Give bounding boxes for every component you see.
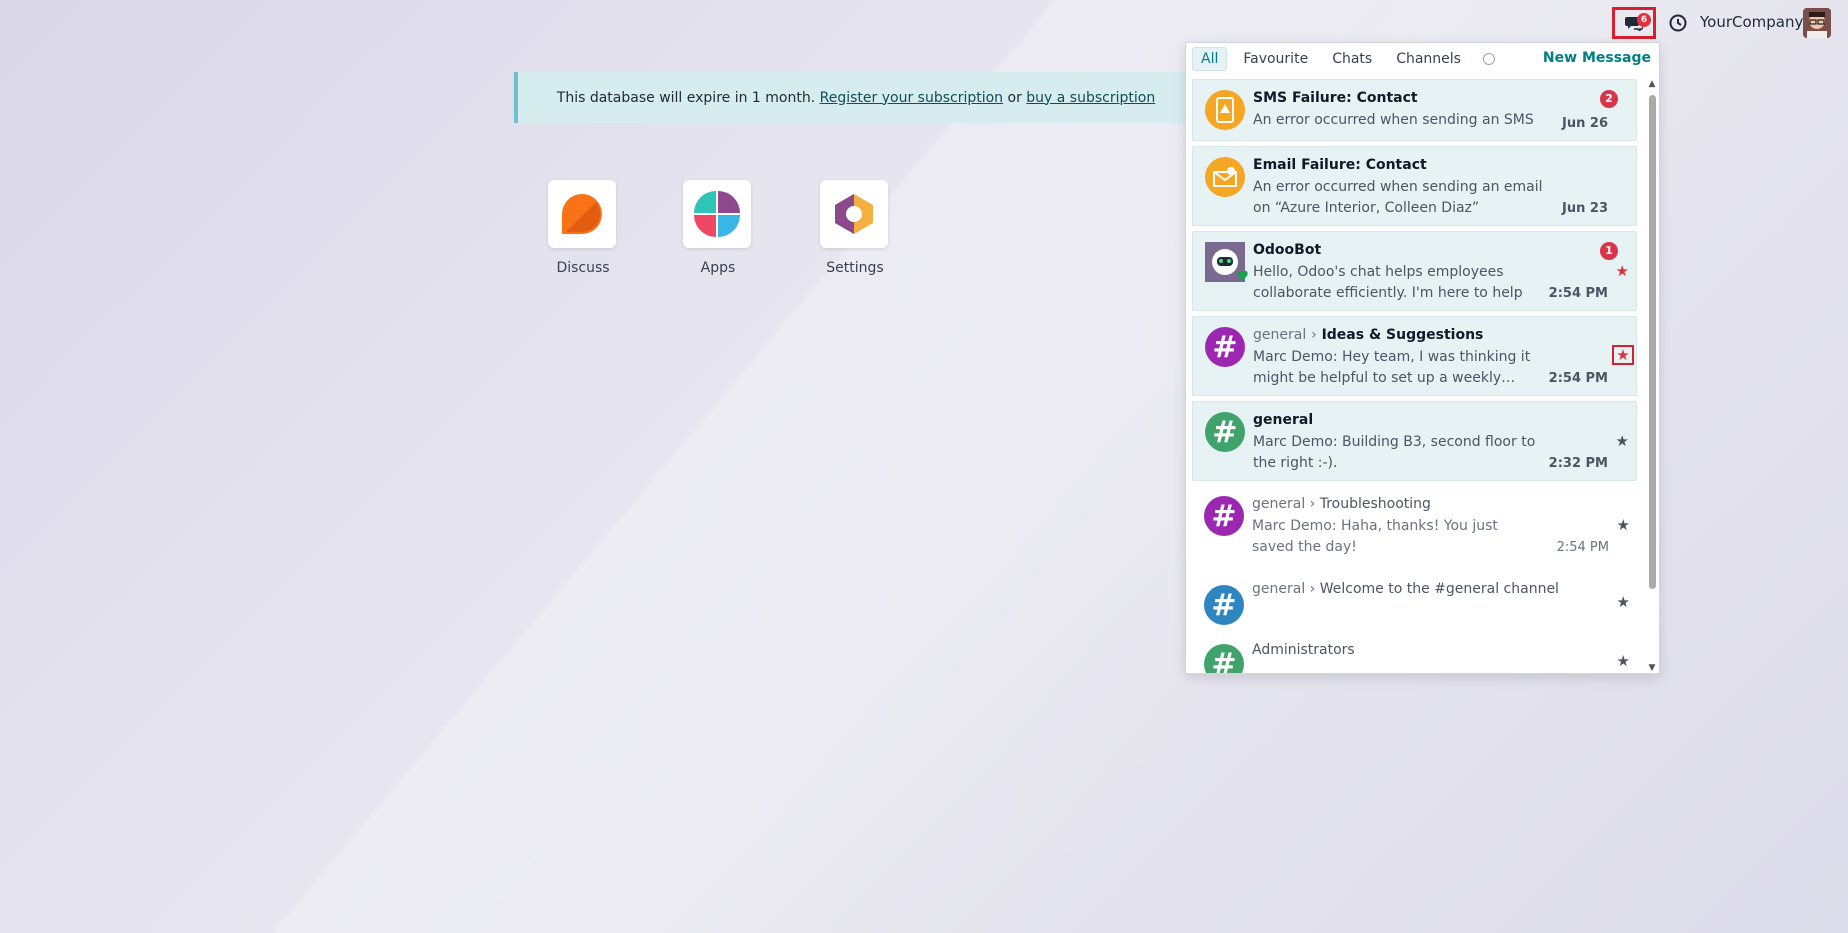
item-title: OdooBot — [1253, 242, 1322, 258]
scroll-down-icon[interactable]: ▼ — [1647, 663, 1657, 673]
app-settings[interactable]: Settings — [820, 180, 890, 276]
scroll-up-icon[interactable]: ▲ — [1647, 79, 1657, 89]
app-apps[interactable]: Apps — [683, 180, 753, 276]
favourite-star-icon[interactable]: ★ — [1616, 432, 1629, 450]
sms-failure-icon — [1205, 90, 1245, 130]
list-item[interactable]: # Administrators ★ — [1192, 638, 1637, 673]
item-title: general › Welcome to the #general channe… — [1252, 581, 1559, 597]
item-date: 2:32 PM — [1548, 456, 1608, 471]
list-item[interactable]: ♥ OdooBot Hello, Odoo's chat helps emplo… — [1192, 231, 1637, 311]
thread-name: Welcome to the #general channel — [1319, 581, 1559, 597]
channel-hash-icon: # — [1204, 496, 1244, 536]
tab-chats[interactable]: Chats — [1324, 48, 1380, 70]
unread-count-badge: 2 — [1600, 90, 1618, 108]
favourite-star-icon[interactable]: ★ — [1617, 516, 1630, 534]
messaging-menu-button[interactable]: 6 — [1612, 7, 1656, 39]
item-title: general — [1253, 412, 1314, 428]
scrollbar[interactable]: ▲ ▼ — [1647, 79, 1657, 673]
register-subscription-link[interactable]: Register your subscription — [820, 90, 1003, 106]
item-date: 2:54 PM — [1548, 286, 1608, 301]
buy-subscription-link[interactable]: buy a subscription — [1026, 90, 1155, 106]
item-date: 2:54 PM — [1548, 371, 1608, 386]
app-label: Apps — [700, 260, 736, 276]
chevron-right-icon: › — [1309, 496, 1316, 512]
channel-hash-icon: # — [1204, 585, 1244, 625]
star-icon: ★ — [1616, 346, 1630, 364]
item-preview: Hello, Odoo's chat helps employees colla… — [1253, 264, 1523, 301]
item-date: 2:54 PM — [1556, 540, 1609, 555]
item-preview: Marc Demo: Haha, thanks! You just saved … — [1252, 518, 1498, 555]
chevron-right-icon: › — [1311, 327, 1317, 343]
chevron-right-icon: › — [1309, 581, 1316, 597]
parent-channel-name: general — [1252, 496, 1306, 512]
email-failure-icon — [1205, 157, 1245, 197]
new-message-button[interactable]: New Message — [1543, 50, 1651, 66]
app-label: Discuss — [556, 260, 610, 276]
tab-favourite[interactable]: Favourite — [1235, 48, 1316, 70]
app-discuss[interactable]: Discuss — [548, 180, 618, 276]
channel-hash-icon: # — [1205, 412, 1245, 452]
channel-hash-icon: # — [1204, 644, 1244, 673]
list-item[interactable]: Email Failure: Contact An error occurred… — [1192, 146, 1637, 226]
thread-name: Troubleshooting — [1319, 496, 1431, 512]
scrollbar-thumb[interactable] — [1649, 95, 1656, 589]
thread-name: Ideas & Suggestions — [1321, 327, 1484, 343]
chat-count-badge: 6 — [1637, 13, 1651, 27]
channel-hash-icon: # — [1205, 327, 1245, 367]
item-preview: An error occurred when sending an email … — [1253, 179, 1543, 216]
item-preview: An error occurred when sending an SMS — [1253, 112, 1534, 128]
item-title: general › Troubleshooting — [1252, 496, 1431, 512]
banner-or-text: or — [1007, 89, 1022, 106]
item-title: SMS Failure: Contact — [1253, 90, 1418, 106]
discuss-app-icon — [548, 180, 616, 248]
item-date: Jun 26 — [1562, 116, 1608, 131]
banner-text: This database will expire in 1 month. — [556, 89, 816, 106]
settings-app-icon — [820, 180, 888, 248]
item-title: Email Failure: Contact — [1253, 157, 1427, 173]
conversation-list: SMS Failure: Contact An error occurred w… — [1192, 79, 1637, 673]
item-title: Administrators — [1252, 642, 1355, 658]
activity-clock-icon[interactable] — [1668, 13, 1688, 33]
tab-all[interactable]: All — [1192, 47, 1228, 71]
app-label: Settings — [826, 260, 884, 276]
expiration-banner: This database will expire in 1 month. Re… — [514, 72, 1194, 123]
favourite-star-icon[interactable]: ★ — [1617, 593, 1630, 611]
tab-channels[interactable]: Channels — [1388, 48, 1469, 70]
item-preview: Marc Demo: Hey team, I was thinking it m… — [1253, 349, 1531, 386]
list-item[interactable]: # general › Welcome to the #general chan… — [1192, 571, 1637, 633]
odoobot-avatar: ♥ — [1205, 242, 1249, 285]
apps-app-icon — [683, 180, 751, 248]
list-item[interactable]: SMS Failure: Contact An error occurred w… — [1192, 79, 1637, 141]
parent-channel-name: general — [1252, 581, 1306, 597]
favourite-star-icon[interactable]: ★ — [1616, 262, 1629, 280]
item-date: Jun 23 — [1562, 201, 1608, 216]
parent-channel-name: general — [1253, 327, 1307, 343]
unread-count-badge: 1 — [1600, 242, 1618, 260]
favourite-star-button[interactable]: ★ — [1612, 345, 1634, 365]
item-preview: Marc Demo: Building B3, second floor to … — [1253, 434, 1536, 471]
online-heart-icon: ♥ — [1236, 269, 1249, 285]
list-item[interactable]: # general Marc Demo: Building B3, second… — [1192, 401, 1637, 481]
item-title: general › Ideas & Suggestions — [1253, 327, 1483, 343]
favourite-star-icon[interactable]: ★ — [1617, 652, 1630, 670]
list-item[interactable]: # general › Ideas & Suggestions Marc Dem… — [1192, 316, 1637, 396]
company-switcher[interactable]: YourCompany — [1700, 13, 1803, 31]
messaging-dropdown: All Favourite Chats Channels New Message… — [1185, 42, 1660, 674]
loading-spinner-icon — [1482, 53, 1495, 65]
list-item[interactable]: # general › Troubleshooting Marc Demo: H… — [1192, 486, 1637, 566]
user-avatar[interactable] — [1803, 8, 1831, 38]
